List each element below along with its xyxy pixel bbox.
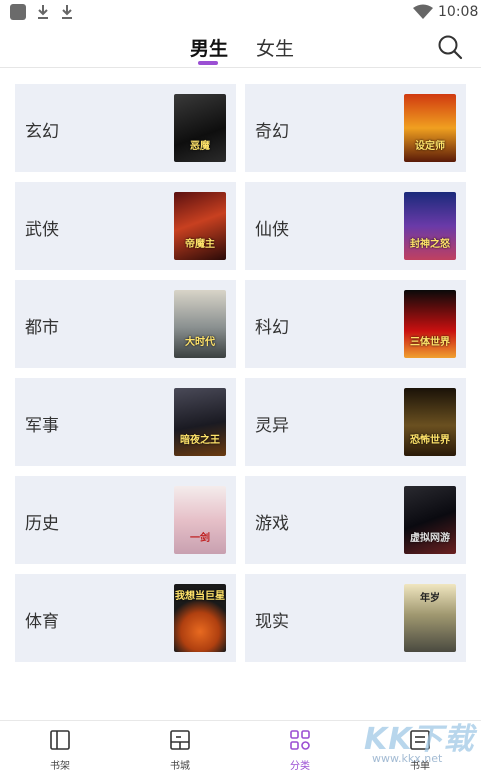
tab-female[interactable]: 女生 — [256, 34, 294, 61]
book-cover-title: 三体世界 — [410, 337, 450, 348]
book-cover: 年岁 — [404, 584, 456, 652]
book-cover-title: 恐怖世界 — [410, 435, 450, 446]
watermark: KK下载 www.kkx.net — [362, 712, 480, 770]
search-icon[interactable] — [437, 34, 463, 60]
category-card-dushi[interactable]: 都市 大时代 — [15, 280, 236, 368]
download-icon — [38, 5, 48, 19]
category-card-wuxia[interactable]: 武侠 帝魔主 — [15, 182, 236, 270]
bookshelf-icon — [50, 730, 70, 750]
category-label: 都市 — [25, 318, 59, 338]
watermark-url: www.kkx.net — [372, 752, 443, 765]
book-cover: 我想当巨星 — [174, 584, 226, 652]
book-cover-title: 我想当巨星 — [175, 591, 225, 602]
wifi-icon — [413, 4, 433, 19]
book-cover-title: 设定师 — [415, 141, 445, 152]
book-cover: 帝魔主 — [174, 192, 226, 260]
category-card-kehuan[interactable]: 科幻 三体世界 — [245, 280, 466, 368]
category-label: 历史 — [25, 514, 59, 534]
book-cover-title: 恶魔 — [190, 141, 210, 152]
category-card-xuanhuan[interactable]: 玄幻 恶魔 — [15, 84, 236, 172]
book-cover-title: 年岁 — [420, 593, 440, 604]
category-label: 奇幻 — [255, 122, 289, 142]
category-card-qihuan[interactable]: 奇幻 设定师 — [245, 84, 466, 172]
tab-male[interactable]: 男生 — [190, 34, 228, 61]
category-label: 玄幻 — [25, 122, 59, 142]
download-icon — [62, 5, 72, 19]
category-label: 武侠 — [25, 220, 59, 240]
book-cover-title: 帝魔主 — [185, 239, 215, 250]
book-cover-title: 封神之怒 — [410, 239, 450, 250]
book-cover-title: 大时代 — [185, 337, 215, 348]
tab-indicator — [198, 61, 218, 65]
book-cover-title: 一剑 — [190, 533, 210, 544]
book-cover: 大时代 — [174, 290, 226, 358]
book-cover: 三体世界 — [404, 290, 456, 358]
book-cover-title: 虚拟网游 — [410, 533, 450, 544]
category-card-lingyi[interactable]: 灵异 恐怖世界 — [245, 378, 466, 466]
book-cover: 暗夜之王 — [174, 388, 226, 456]
category-card-xianshi[interactable]: 现实 年岁 — [245, 574, 466, 662]
book-cover: 虚拟网游 — [404, 486, 456, 554]
nav-item-bookshelf[interactable]: 书架 — [30, 729, 90, 772]
category-label: 现实 — [255, 612, 289, 632]
book-cover-title: 暗夜之王 — [180, 435, 220, 446]
notification-icon — [10, 4, 26, 20]
category-card-junshi[interactable]: 军事 暗夜之王 — [15, 378, 236, 466]
book-cover: 恐怖世界 — [404, 388, 456, 456]
category-card-xianxia[interactable]: 仙侠 封神之怒 — [245, 182, 466, 270]
book-cover: 设定师 — [404, 94, 456, 162]
category-card-lishi[interactable]: 历史 一剑 — [15, 476, 236, 564]
status-time: 10:08 — [438, 4, 479, 20]
category-label: 仙侠 — [255, 220, 289, 240]
status-bar: 10:08 — [0, 0, 481, 26]
book-cover: 恶魔 — [174, 94, 226, 162]
category-label: 军事 — [25, 416, 59, 436]
nav-item-category[interactable]: 分类 — [270, 729, 330, 772]
category-label: 科幻 — [255, 318, 289, 338]
nav-item-bookstore[interactable]: 书城 — [150, 729, 210, 772]
category-label: 游戏 — [255, 514, 289, 534]
category-label: 体育 — [25, 612, 59, 632]
book-cover: 一剑 — [174, 486, 226, 554]
book-cover: 封神之怒 — [404, 192, 456, 260]
category-card-youxi[interactable]: 游戏 虚拟网游 — [245, 476, 466, 564]
category-card-tiyu[interactable]: 体育 我想当巨星 — [15, 574, 236, 662]
header: 男生 女生 — [0, 26, 481, 68]
category-icon — [290, 730, 310, 750]
bookstore-icon — [170, 730, 190, 750]
category-label: 灵异 — [255, 416, 289, 436]
